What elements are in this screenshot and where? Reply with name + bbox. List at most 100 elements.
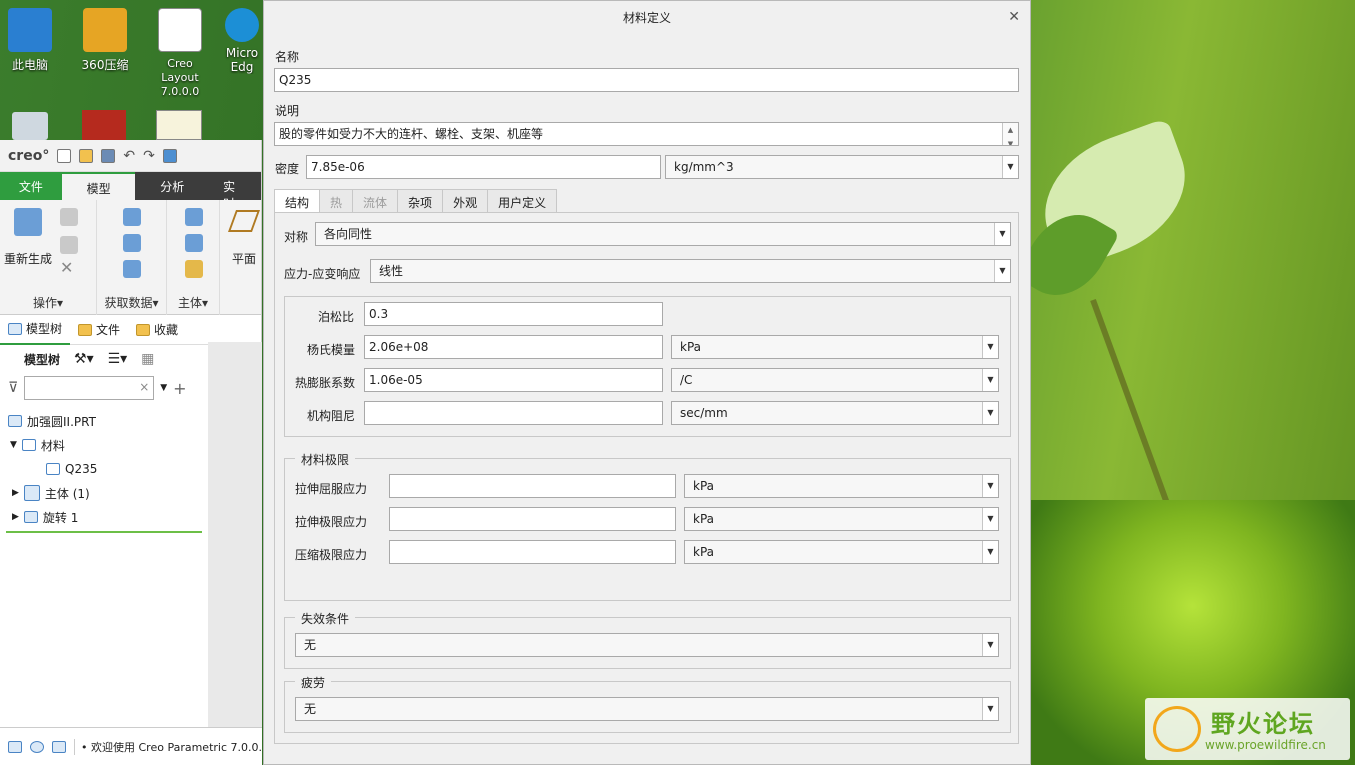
young-modulus-field[interactable]: 2.06e+08: [364, 335, 663, 359]
tree-item-label: 旋转 1: [42, 510, 79, 525]
compressive-ultimate-field[interactable]: [389, 540, 676, 564]
regenerate-icon[interactable]: [14, 208, 42, 236]
thermal-expansion-field[interactable]: 1.06e-05: [364, 368, 663, 392]
add-icon[interactable]: +: [173, 379, 186, 398]
tab-model[interactable]: 模型: [61, 172, 136, 200]
tab-structural[interactable]: 结构: [274, 189, 321, 213]
regenerate-button[interactable]: 重新生成: [4, 250, 52, 267]
paste-icon[interactable]: [60, 236, 78, 254]
window-icon[interactable]: [52, 740, 66, 753]
tree-filter-settings-icon[interactable]: ▦: [141, 351, 154, 367]
chevron-down-icon[interactable]: ▼: [1002, 156, 1018, 178]
body-icon[interactable]: [185, 208, 203, 226]
desktop-icon-label: 此电脑: [11, 58, 48, 72]
damping-field[interactable]: [364, 401, 663, 425]
name-field[interactable]: Q235: [274, 68, 1019, 92]
collapse-arrow-icon[interactable]: ▶: [12, 488, 19, 498]
density-field[interactable]: 7.85e-06: [306, 155, 661, 179]
open-folder-icon[interactable]: [79, 148, 94, 163]
symmetry-select[interactable]: 各向同性 ▼: [315, 222, 1011, 246]
desktop-icon-this-pc[interactable]: 此电脑: [0, 8, 60, 73]
chevron-down-icon[interactable]: ▼: [982, 475, 998, 497]
tab-fluid[interactable]: 流体: [352, 189, 399, 213]
clear-icon[interactable]: ×: [139, 380, 149, 394]
plane-icon[interactable]: [227, 210, 261, 232]
desktop-icon-edge[interactable]: Micro Edg: [222, 8, 262, 74]
material-limits-title: 材料极限: [295, 451, 356, 468]
chevron-down-icon[interactable]: ▼: [982, 634, 998, 656]
collapse-arrow-icon[interactable]: ▶: [12, 512, 19, 522]
body-new-icon[interactable]: [185, 260, 203, 278]
expand-arrow-icon[interactable]: ▼: [10, 440, 17, 450]
copy-geometry-icon[interactable]: [123, 234, 141, 252]
tree-search-input[interactable]: ×: [24, 376, 155, 400]
chevron-down-icon[interactable]: ▼: [982, 369, 998, 391]
redo-icon[interactable]: ↷: [143, 148, 155, 164]
chevron-down-icon[interactable]: ▼: [994, 223, 1010, 245]
chevron-down-icon[interactable]: ▼: [982, 336, 998, 358]
desktop-icon-creo-layout[interactable]: Creo Layout 7.0.0.0: [150, 8, 210, 98]
tab-user-defined[interactable]: 用户定义: [487, 189, 558, 213]
tensile-ultimate-field[interactable]: [389, 507, 676, 531]
compressive-ultimate-unit-select[interactable]: kPa ▼: [684, 540, 999, 564]
shrinkwrap-icon[interactable]: [123, 260, 141, 278]
tree-columns-icon[interactable]: ☰▾: [108, 351, 128, 367]
description-text: 股的零件如受力不大的连杆、螺栓、支架、机座等: [279, 127, 544, 141]
tab-realtime-sim[interactable]: 实时仿: [209, 172, 261, 200]
plane-button[interactable]: 平面: [232, 250, 256, 267]
material-icon: [21, 439, 36, 451]
delete-icon[interactable]: ✕: [60, 258, 73, 277]
stress-strain-select[interactable]: 线性 ▼: [370, 259, 1011, 283]
young-modulus-unit-select[interactable]: kPa ▼: [671, 335, 999, 359]
tensile-ultimate-label: 拉伸极限应力: [295, 515, 368, 529]
thermal-expansion-unit-select[interactable]: /C ▼: [671, 368, 999, 392]
close-icon[interactable]: ✕: [1008, 9, 1020, 25]
user-defined-feature-icon[interactable]: [123, 208, 141, 226]
tab-file[interactable]: 文件: [0, 172, 62, 200]
tab-appearance[interactable]: 外观: [442, 189, 489, 213]
undo-icon[interactable]: ↶: [123, 148, 135, 164]
body-tree-icon: [23, 485, 40, 501]
failure-criteria-select[interactable]: 无 ▼: [295, 633, 999, 657]
filter-icon[interactable]: ⊽: [8, 380, 18, 396]
pdf-icon[interactable]: [82, 110, 126, 140]
chevron-down-icon[interactable]: ▼: [982, 698, 998, 720]
note-icon[interactable]: [156, 110, 202, 140]
tensile-yield-unit-select[interactable]: kPa ▼: [684, 474, 999, 498]
new-file-icon[interactable]: [57, 148, 72, 163]
density-unit-select[interactable]: kg/mm^3 ▼: [665, 155, 1019, 179]
description-field[interactable]: 股的零件如受力不大的连杆、螺栓、支架、机座等 ▲ ▼: [274, 122, 1019, 146]
tab-misc[interactable]: 杂项: [397, 189, 444, 213]
description-scroll-icon[interactable]: ▲ ▼: [1002, 123, 1018, 145]
tensile-ultimate-unit-select[interactable]: kPa ▼: [684, 507, 999, 531]
property-tabs: 结构 热 流体 杂项 外观 用户定义: [274, 189, 558, 213]
poisson-field[interactable]: 0.3: [364, 302, 663, 326]
chevron-down-icon[interactable]: ▼: [160, 383, 167, 393]
tab-file-browser[interactable]: 文件: [70, 315, 128, 344]
grid-icon[interactable]: [8, 740, 22, 753]
quick-access-toolbar: creo° ↶ ↷: [0, 140, 261, 172]
copy-icon[interactable]: [60, 208, 78, 226]
desktop-icon-zip[interactable]: 360压缩: [75, 8, 135, 73]
chevron-down-icon[interactable]: ▼: [982, 402, 998, 424]
failure-criteria-value: 无: [304, 638, 317, 652]
chevron-down-icon[interactable]: ▼: [982, 541, 998, 563]
fatigue-select[interactable]: 无 ▼: [295, 697, 999, 721]
tab-favorites[interactable]: 收藏: [128, 315, 186, 344]
tensile-yield-field[interactable]: [389, 474, 676, 498]
body-split-icon[interactable]: [185, 234, 203, 252]
tab-thermal[interactable]: 热: [319, 189, 354, 213]
tab-model-tree[interactable]: 模型树: [0, 314, 71, 345]
tab-analysis[interactable]: 分析: [135, 172, 210, 200]
tensile-yield-unit-value: kPa: [693, 479, 714, 493]
chevron-down-icon[interactable]: ▼: [982, 508, 998, 530]
save-icon[interactable]: [101, 148, 116, 163]
globe-icon[interactable]: [30, 740, 44, 753]
favorites-icon: [136, 323, 151, 336]
poisson-label: 泊松比: [318, 310, 355, 324]
chevron-down-icon[interactable]: ▼: [994, 260, 1010, 282]
damping-unit-select[interactable]: sec/mm ▼: [671, 401, 999, 425]
recycle-bin-icon[interactable]: [12, 112, 48, 140]
tree-settings-icon[interactable]: ⚒▾: [74, 351, 94, 367]
regenerate-small-icon[interactable]: [162, 148, 177, 163]
